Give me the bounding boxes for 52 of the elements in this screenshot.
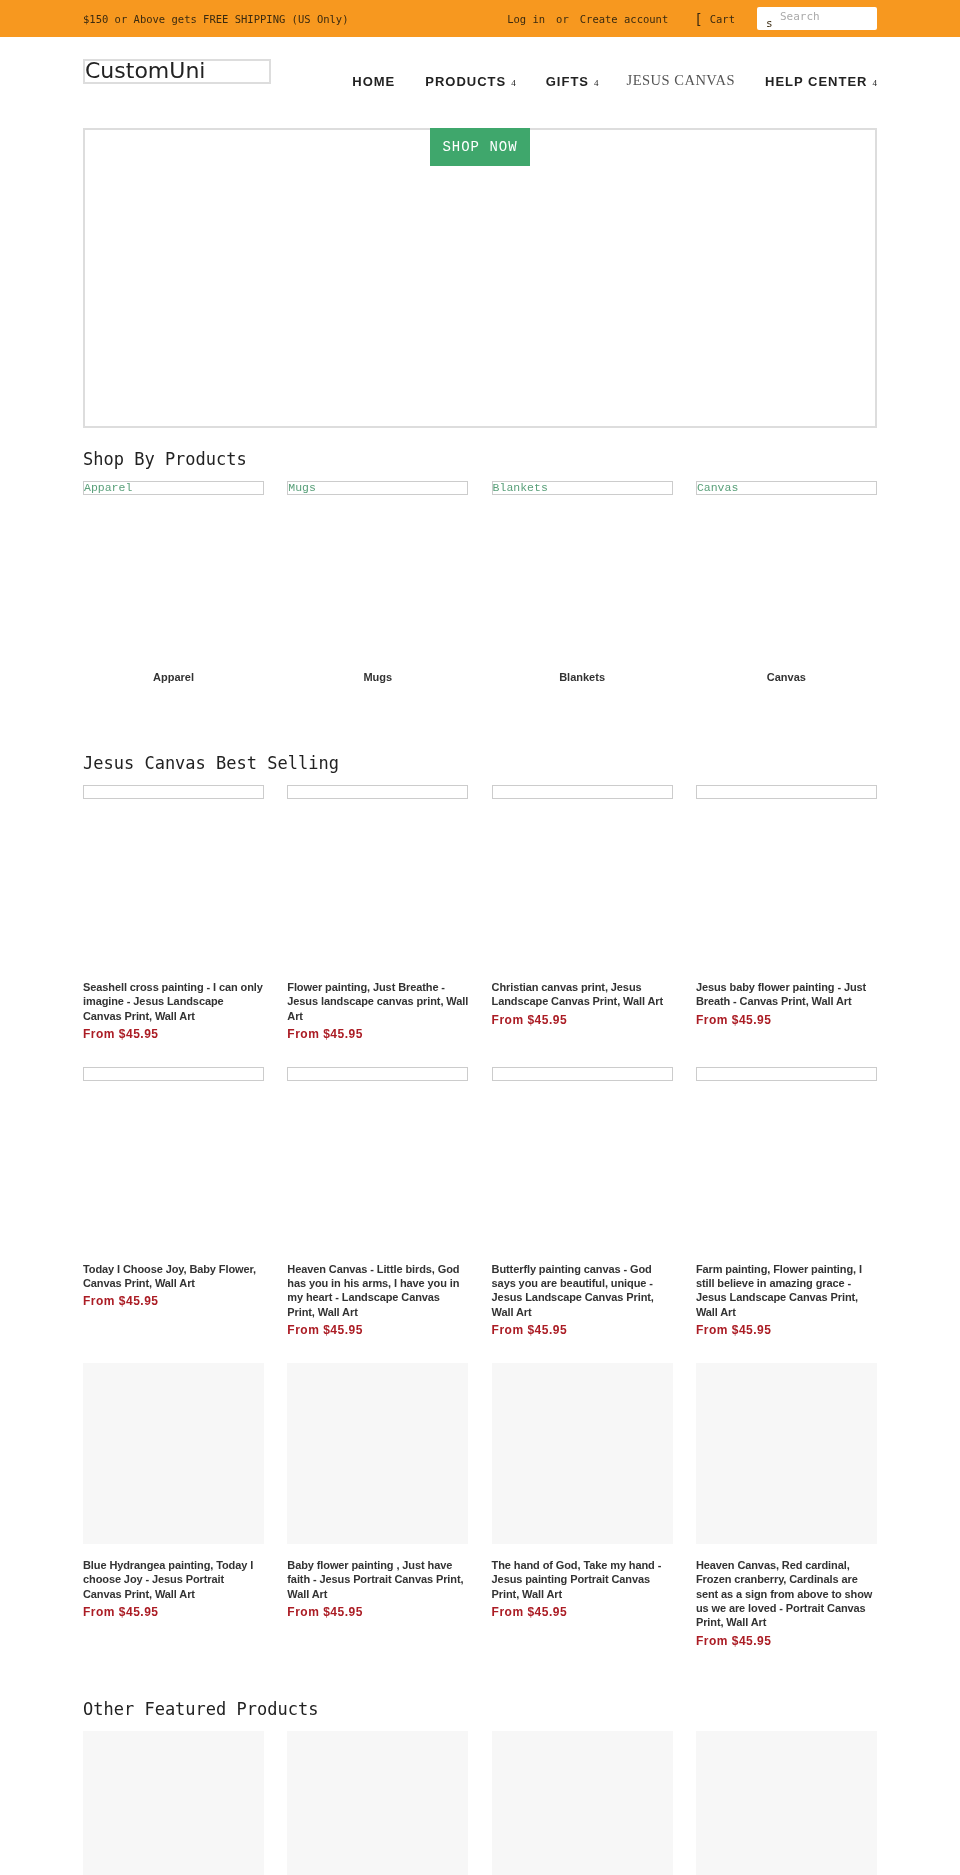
product-title[interactable]: Blue Hydrangea painting, Today I choose Joy - Jesus Portrait Canvas Print, Wall Art bbox=[83, 1558, 264, 1601]
broken-image[interactable] bbox=[491, 1066, 673, 1081]
create-account-link[interactable]: Create account bbox=[579, 12, 669, 25]
broken-image[interactable] bbox=[83, 1066, 264, 1081]
broken-image[interactable] bbox=[287, 785, 469, 799]
product-price: From $45.95 bbox=[695, 1323, 773, 1338]
product-title[interactable]: Farm painting, Flower painting, I still believe in amazing grace - Jesus Landscape Canvas Print, Wall Art bbox=[695, 1261, 877, 1320]
product-title[interactable]: Seashell cross painting - I can only imagine - Jesus Landscape Canvas Print, Wall Art bbox=[83, 980, 264, 1023]
product-price: From $45.95 bbox=[287, 1323, 364, 1338]
shipping-promo: $150 or Above gets FREE SHIPPING (US Only) bbox=[83, 12, 349, 25]
product-title[interactable]: Flower painting, Just Breathe - Jesus landscape canvas print, Wall Art bbox=[287, 980, 469, 1023]
cart-icon: [ bbox=[694, 10, 703, 27]
product-price: From $45.95 bbox=[83, 1294, 160, 1309]
product-price: From $45.95 bbox=[491, 1323, 569, 1338]
category-link[interactable]: Mugs bbox=[363, 671, 393, 683]
nav-link[interactable]: PRODUCTS 4 bbox=[425, 74, 516, 89]
product-title[interactable]: Butterfly painting canvas - God says you are beautiful, unique - Jesus Landscape Canvas Print, Wall Art bbox=[491, 1261, 673, 1320]
product-title[interactable]: Heaven Canvas - Little birds, God has you in his arms, I have you in my heart - Landscape Canvas Print, Wall Art bbox=[287, 1261, 469, 1320]
search-icon: s bbox=[766, 18, 773, 29]
product-title[interactable]: The hand of God, Take my hand - Jesus painting Portrait Canvas Print, Wall Art bbox=[491, 1558, 673, 1601]
broken-image[interactable] bbox=[287, 1066, 469, 1081]
broken-image[interactable] bbox=[695, 785, 877, 799]
broken-image[interactable] bbox=[491, 785, 673, 799]
product-title[interactable]: Heaven Canvas, Red cardinal, Frozen cranberry, Cardinals are sent as a sign from above to show us we are loved - Portrait Canvas Print, Wall Art bbox=[695, 1558, 877, 1630]
login-link[interactable]: Log in bbox=[507, 12, 546, 25]
section-heading: Other Featured Products bbox=[83, 1697, 320, 1721]
product-price: From $45.95 bbox=[287, 1026, 364, 1041]
product-title[interactable]: Christian canvas print, Jesus Landscape Canvas Print, Wall Art bbox=[491, 980, 673, 1009]
nav-link[interactable]: GIFTS 4 bbox=[545, 74, 599, 89]
product-price: From $45.95 bbox=[83, 1604, 160, 1619]
or-text: or bbox=[556, 12, 569, 25]
broken-image[interactable] bbox=[83, 785, 264, 799]
broken-image[interactable] bbox=[695, 1066, 877, 1081]
product-price: From $45.95 bbox=[287, 1604, 364, 1619]
product-title[interactable]: Baby flower painting , Just have faith - Jesus Portrait Canvas Print, Wall Art bbox=[287, 1558, 469, 1601]
product-title[interactable]: Today I Choose Joy, Baby Flower, Canvas Print, Wall Art bbox=[83, 1261, 264, 1291]
product-price: From $45.95 bbox=[695, 1633, 773, 1648]
cart-link[interactable]: Cart bbox=[709, 12, 735, 25]
nav-link[interactable]: HELP CENTER 4 bbox=[765, 74, 877, 89]
nav-link[interactable]: JESUS CANVAS bbox=[626, 72, 735, 89]
product-price: From $45.95 bbox=[491, 1012, 569, 1027]
category-link[interactable]: Canvas bbox=[766, 671, 806, 683]
product-price: From $45.95 bbox=[491, 1604, 569, 1619]
section-heading: Shop By Products bbox=[83, 448, 248, 471]
logo[interactable]: CustomUni bbox=[83, 59, 271, 84]
section-heading: Jesus Canvas Best Selling bbox=[83, 752, 340, 775]
product-price: From $45.95 bbox=[83, 1026, 160, 1041]
nav-link[interactable]: HOME bbox=[352, 74, 396, 89]
product-price: From $45.95 bbox=[695, 1012, 773, 1027]
category-link[interactable]: Apparel bbox=[153, 671, 194, 683]
product-title[interactable]: Jesus baby flower painting - Just Breath - Canvas Print, Wall Art bbox=[695, 980, 877, 1009]
category-link[interactable]: Blankets bbox=[559, 671, 605, 683]
